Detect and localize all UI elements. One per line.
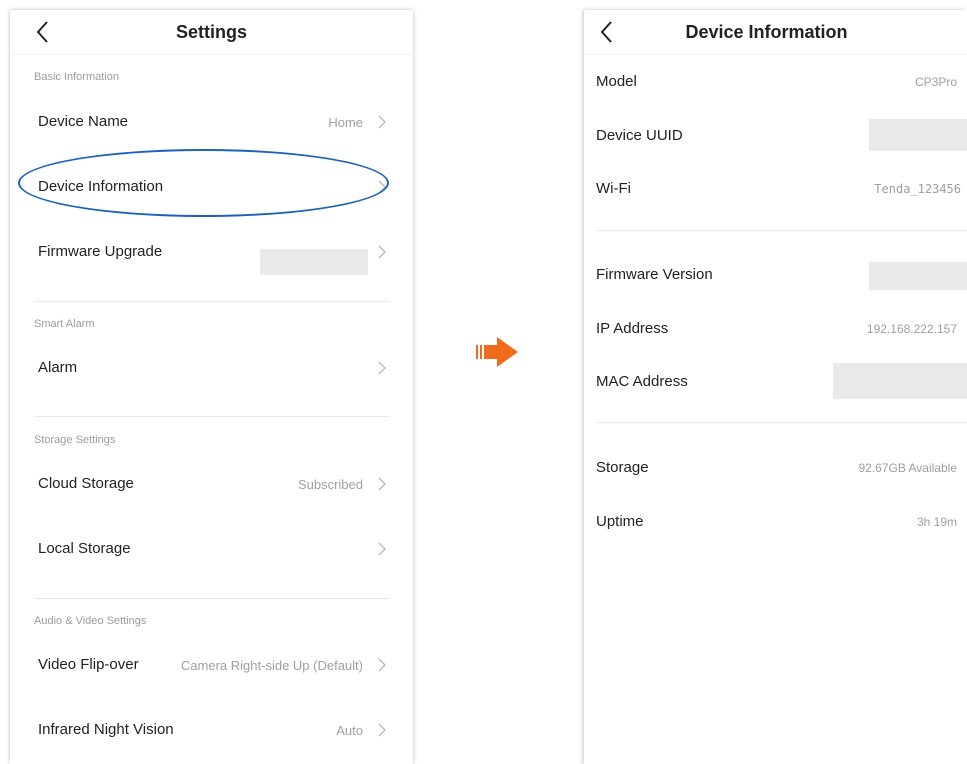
wifi-label: Wi-Fi [596, 180, 631, 197]
storage-label: Storage [596, 459, 649, 476]
mac-address-row: MAC Address [584, 363, 967, 399]
device-uuid-label: Device UUID [596, 127, 683, 144]
ip-address-row: IP Address 192.168.222.157 [584, 316, 967, 346]
chevron-right-icon [378, 477, 386, 491]
ip-address-value: 192.168.222.157 [866, 322, 957, 336]
nav-divider [10, 54, 413, 55]
alarm-row[interactable]: Alarm [10, 349, 413, 389]
uptime-value: 3h 19m [916, 515, 957, 529]
firmware-upgrade-row[interactable]: Firmware Upgrade [10, 233, 413, 275]
arrow-right-icon [476, 337, 518, 367]
device-name-value: Home [328, 115, 363, 130]
firmware-version-label: Firmware Version [596, 266, 713, 283]
storage-row: Storage 92.67GB Available [584, 455, 967, 485]
wifi-value: Tenda_123456 [874, 182, 961, 196]
infrared-night-vision-row[interactable]: Infrared Night Vision Auto [10, 711, 413, 751]
model-row: Model CP3Pro [584, 69, 967, 99]
chevron-right-icon [378, 180, 386, 194]
chevron-right-icon [378, 723, 386, 737]
section-title-basic: Basic Information [34, 71, 119, 83]
video-flip-row[interactable]: Video Flip-over Camera Right-side Up (De… [10, 646, 413, 686]
redacted-firmware-status [260, 249, 368, 275]
redacted-mac-address [833, 363, 967, 399]
storage-value: 92.67GB Available [858, 461, 957, 475]
uptime-label: Uptime [596, 513, 644, 530]
divider [34, 301, 390, 302]
model-value: CP3Pro [914, 75, 957, 89]
cloud-storage-label: Cloud Storage [38, 475, 134, 492]
divider [34, 416, 390, 417]
infrared-night-vision-value: Auto [336, 723, 363, 738]
divider [34, 598, 390, 599]
device-info-nav-bar: Device Information [584, 10, 967, 54]
section-title-storage: Storage Settings [34, 434, 116, 446]
wifi-row: Wi-Fi Tenda_123456 [584, 176, 967, 206]
nav-divider [584, 54, 967, 55]
video-flip-label: Video Flip-over [38, 656, 139, 673]
local-storage-row[interactable]: Local Storage [10, 530, 413, 570]
cloud-storage-row[interactable]: Cloud Storage Subscribed [10, 465, 413, 505]
model-label: Model [596, 73, 637, 90]
chevron-right-icon [378, 245, 386, 259]
device-information-screen: Device Information Model CP3Pro Device U… [584, 10, 967, 764]
page-title: Device Information [685, 22, 848, 42]
chevron-right-icon [378, 542, 386, 556]
divider [596, 422, 967, 423]
section-title-audio-video: Audio & Video Settings [34, 615, 147, 627]
firmware-upgrade-label: Firmware Upgrade [38, 243, 163, 260]
firmware-version-row: Firmware Version [584, 262, 967, 292]
redacted-uuid [869, 119, 967, 151]
settings-screen: Settings Basic Information Device Name H… [10, 10, 413, 764]
divider [596, 230, 967, 231]
device-uuid-row: Device UUID [584, 119, 967, 153]
settings-nav-bar: Settings [10, 10, 413, 54]
uptime-row: Uptime 3h 19m [584, 509, 967, 539]
section-title-smart-alarm: Smart Alarm [34, 318, 95, 330]
device-information-label: Device Information [38, 178, 164, 195]
infrared-night-vision-label: Infrared Night Vision [38, 721, 174, 738]
chevron-right-icon [378, 658, 386, 672]
device-name-label: Device Name [38, 113, 129, 130]
chevron-right-icon [378, 361, 386, 375]
video-flip-value: Camera Right-side Up (Default) [180, 658, 363, 673]
device-name-row[interactable]: Device Name Home [10, 103, 413, 143]
mac-address-label: MAC Address [596, 373, 688, 390]
page-title: Settings [175, 22, 247, 42]
device-information-row[interactable]: Device Information [10, 168, 413, 208]
cloud-storage-value: Subscribed [297, 477, 363, 492]
ip-address-label: IP Address [596, 320, 669, 337]
redacted-firmware-version [869, 262, 967, 290]
local-storage-label: Local Storage [38, 540, 131, 557]
alarm-label: Alarm [38, 359, 78, 376]
chevron-right-icon [378, 115, 386, 129]
